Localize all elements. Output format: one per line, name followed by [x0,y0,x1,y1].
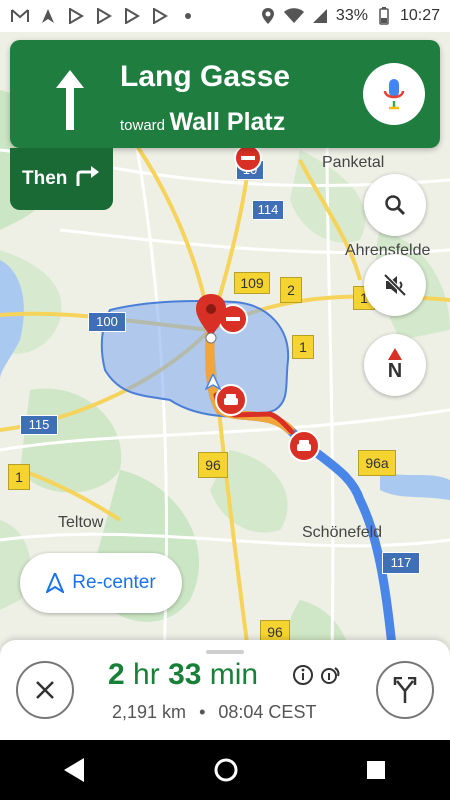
trip-info-icons [292,664,342,686]
trip-details: 2,191 km • 08:04 CEST [112,702,316,723]
eta-min-label: min [209,658,259,691]
route-options-button[interactable] [376,661,434,719]
play-store-icon [94,6,114,26]
alternate-routes-icon [321,667,340,684]
then-label: Then [22,168,68,189]
mic-icon [383,79,405,110]
dot-icon [178,6,198,26]
road-closed-icon[interactable] [234,144,262,172]
close-icon [36,681,54,699]
system-nav-bar [0,740,450,800]
signal-icon [310,6,330,26]
clock: 10:27 [399,7,440,24]
traffic-crash-icon[interactable] [288,430,320,462]
play-store-icon [66,6,86,26]
compass-needle-icon [388,347,402,360]
turn-right-icon [75,166,101,192]
search-icon [385,195,406,216]
place-label: Schönefeld [302,524,383,541]
navigation-banner[interactable]: Lang Gasse toward Wall Platz [10,40,440,148]
straight-arrow-icon [48,70,92,130]
road-shield-yellow: 2 [280,277,302,303]
compass-north-label: N [387,359,403,382]
recenter-label: Re-center [72,572,156,593]
arrival-time: 08:04 CEST [218,702,317,722]
street-name: Lang Gasse [120,60,291,93]
location-icon [258,6,278,26]
battery-percent: 33% [335,7,368,24]
navigation-icon [38,6,58,26]
toward-road: Wall Platz [169,108,286,136]
recenter-button[interactable]: Re-center [20,553,182,613]
destination-pin-icon[interactable] [196,294,226,344]
eta-duration: 2 hr 33 min [108,658,258,692]
road-shield-yellow: 109 [234,272,270,294]
mute-button[interactable] [364,254,426,316]
sheet-handle[interactable] [206,650,244,654]
road-shield-blue: 114 [252,200,284,220]
road-shield-yellow: 96a [358,450,396,476]
home-icon[interactable] [213,757,239,783]
wifi-icon [283,6,304,26]
place-label: Panketal [322,154,385,171]
eta-minutes: 33 [168,658,202,691]
play-store-icon [150,6,170,26]
status-bar: 33% 10:27 [0,0,450,32]
eta-hours: 2 [108,658,125,691]
trip-separator: • [199,702,206,722]
sound-off-icon [383,273,407,297]
battery-icon [374,6,394,26]
road-shield-yellow: 96 [198,452,228,478]
exit-navigation-button[interactable] [16,661,74,719]
road-shield-yellow: 1 [8,464,30,490]
toward-label: toward [120,117,166,134]
road-shield-blue: 115 [20,415,58,435]
back-icon[interactable] [63,758,86,782]
road-shield-blue: 117 [382,552,420,574]
search-button[interactable] [364,174,426,236]
place-label: Teltow [58,514,104,531]
play-store-icon [122,6,142,26]
gmail-icon [10,6,30,26]
compass-button[interactable]: N [364,334,426,396]
trip-distance: 2,191 km [112,702,187,722]
then-next-turn: Then [10,148,113,210]
navigation-arrow-icon [46,573,65,593]
recents-icon[interactable] [366,760,386,780]
current-location-arrow-icon [205,374,221,390]
trip-summary-sheet[interactable]: 2 hr 33 min 2,191 km • 08:04 CEST [0,640,450,740]
eta-hr-label: hr [133,658,160,691]
info-icon [293,665,313,685]
road-shield-yellow: 1 [292,335,314,359]
toward-line: toward Wall Platz [120,108,285,137]
voice-search-button[interactable] [363,63,425,125]
fork-route-icon [393,677,417,703]
road-shield-blue: 100 [88,312,126,332]
